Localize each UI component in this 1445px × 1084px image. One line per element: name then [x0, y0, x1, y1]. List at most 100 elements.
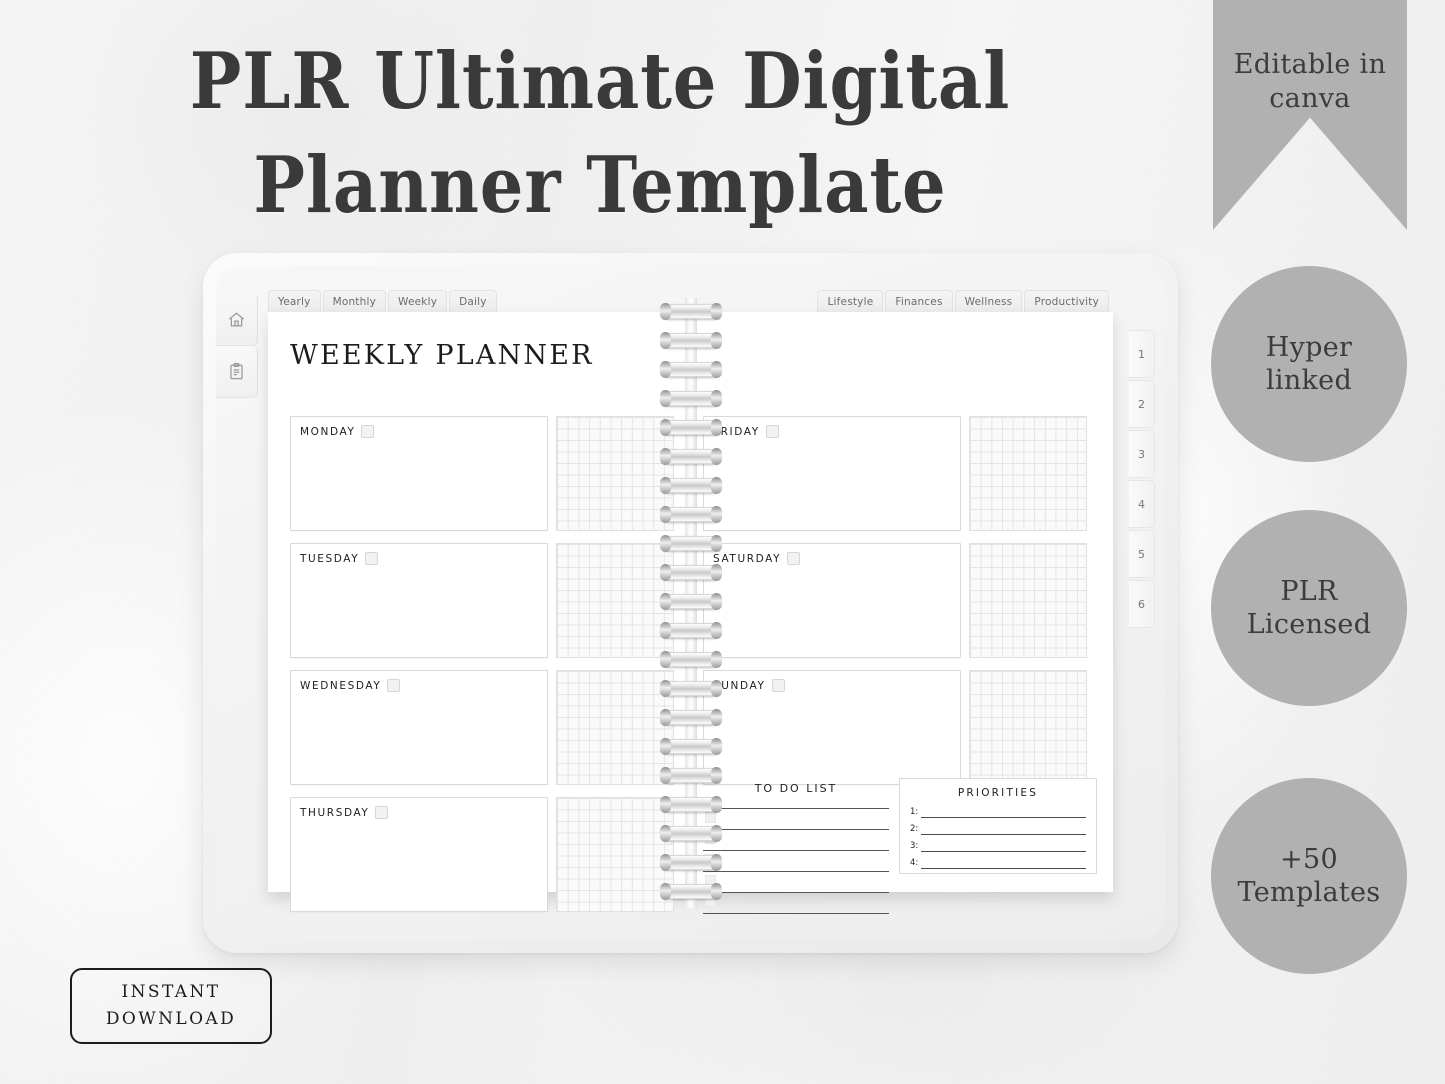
todo-rule: [703, 871, 889, 872]
day-name-monday: MONDAY: [300, 425, 356, 438]
todo-item[interactable]: [703, 808, 889, 829]
day-notes-thursday[interactable]: THURSDAY: [290, 797, 548, 912]
binder-ring: [659, 564, 722, 581]
priority-item[interactable]: 4:: [910, 859, 1086, 876]
page-tab-2[interactable]: 2: [1129, 380, 1155, 428]
day-checkbox-tuesday[interactable]: [365, 552, 379, 565]
headline-line-1: PLR Ultimate Digital: [189, 36, 1011, 127]
day-grid-monday[interactable]: [556, 416, 674, 531]
tablet-screen: Yearly Monthly Weekly Daily Lifestyle Fi…: [216, 266, 1165, 940]
badge-circle-2-line-2: Licensed: [1246, 609, 1372, 640]
todo-list-heading: TO DO LIST: [754, 782, 838, 795]
day-label-friday: FRIDAY: [713, 425, 779, 438]
binder-ring: [659, 419, 722, 436]
planner-heading: WEEKLY PLANNER: [290, 340, 594, 371]
todo-item[interactable]: [703, 871, 889, 892]
binder-ring: [659, 738, 722, 755]
todo-item[interactable]: [703, 829, 889, 850]
priority-item[interactable]: 1:: [910, 808, 1086, 825]
page-tab-1[interactable]: 1: [1129, 330, 1155, 378]
headline-line-2: Planner Template: [253, 140, 947, 231]
instant-download-text: INSTANT DOWNLOAD: [106, 979, 236, 1033]
tablet-device: Yearly Monthly Weekly Daily Lifestyle Fi…: [203, 253, 1178, 953]
binder-ring: [659, 303, 722, 320]
priority-item[interactable]: 2:: [910, 825, 1086, 842]
planner-page-left: WEEKLY PLANNER MONDAY TUESDAY WEDNESDAY …: [268, 312, 690, 912]
tab-yearly[interactable]: Yearly: [268, 290, 321, 312]
tab-daily[interactable]: Daily: [449, 290, 497, 312]
page-tab-6[interactable]: 6: [1129, 580, 1155, 628]
planner-page-right: FRIDAY SATURDAY SUNDAY TO DO LIST PRIORI…: [691, 312, 1113, 914]
priority-rule: [921, 868, 1086, 869]
binder-ring: [659, 448, 722, 465]
priority-rule: [921, 817, 1086, 818]
priority-number: 4:: [910, 858, 919, 868]
day-grid-wednesday[interactable]: [556, 670, 674, 785]
tab-productivity[interactable]: Productivity: [1024, 290, 1109, 312]
day-name-saturday: SATURDAY: [713, 552, 782, 565]
priority-rule: [921, 851, 1086, 852]
day-grid-tuesday[interactable]: [556, 543, 674, 658]
binder-ring: [659, 680, 722, 697]
badge-circle-3-line-1: +50: [1280, 844, 1338, 875]
day-notes-tuesday[interactable]: TUESDAY: [290, 543, 548, 658]
day-notes-wednesday[interactable]: WEDNESDAY: [290, 670, 548, 785]
day-checkbox-sunday[interactable]: [771, 679, 785, 692]
binder-ring: [659, 477, 722, 494]
day-name-thursday: THURSDAY: [300, 806, 370, 819]
day-label-tuesday: TUESDAY: [300, 552, 379, 565]
day-checkbox-thursday[interactable]: [375, 806, 389, 819]
day-grid-sunday[interactable]: [969, 670, 1087, 785]
tab-weekly[interactable]: Weekly: [388, 290, 448, 312]
page-tab-5[interactable]: 5: [1129, 530, 1155, 578]
todo-item[interactable]: [703, 892, 889, 913]
tab-finances[interactable]: Finances: [885, 290, 953, 312]
binder-ring: [659, 709, 722, 726]
binder-ring: [659, 390, 722, 407]
badge-50-templates: +50 Templates: [1211, 778, 1407, 974]
day-grid-friday[interactable]: [969, 416, 1087, 531]
priority-number: 1:: [910, 807, 919, 817]
day-notes-monday[interactable]: MONDAY: [290, 416, 548, 531]
binder-ring: [659, 767, 722, 784]
binder-ring: [659, 361, 722, 378]
binder-ring: [659, 506, 722, 523]
todo-item[interactable]: [703, 850, 889, 871]
priority-rule: [921, 834, 1086, 835]
day-checkbox-friday[interactable]: [765, 425, 779, 438]
badge-circle-2-line-1: PLR: [1280, 576, 1338, 607]
day-grid-saturday[interactable]: [969, 543, 1087, 658]
day-label-saturday: SATURDAY: [713, 552, 801, 565]
day-name-wednesday: WEDNESDAY: [300, 679, 382, 692]
badge-circle-text: PLR Licensed: [1247, 575, 1372, 641]
page-tab-3[interactable]: 3: [1129, 430, 1155, 478]
tab-lifestyle[interactable]: Lifestyle: [817, 290, 884, 312]
page-tab-4[interactable]: 4: [1129, 480, 1155, 528]
binder-ring: [659, 651, 722, 668]
priority-item[interactable]: 3:: [910, 842, 1086, 859]
badge-circle-1-line-2: linked: [1265, 365, 1353, 396]
day-checkbox-wednesday[interactable]: [387, 679, 401, 692]
priority-number: 3:: [910, 841, 919, 851]
day-grid-thursday[interactable]: [556, 797, 674, 912]
badge-circle-text: +50 Templates: [1238, 843, 1381, 909]
day-checkbox-monday[interactable]: [361, 425, 375, 438]
tab-monthly[interactable]: Monthly: [322, 290, 387, 312]
todo-rule: [703, 829, 889, 830]
binder-ring: [659, 854, 722, 871]
day-notes-sunday[interactable]: SUNDAY: [703, 670, 961, 785]
tab-wellness[interactable]: Wellness: [954, 290, 1023, 312]
day-checkbox-saturday[interactable]: [787, 552, 801, 565]
binder-ring: [659, 622, 722, 639]
binder-rings: [659, 296, 722, 912]
day-notes-friday[interactable]: FRIDAY: [703, 416, 961, 531]
day-notes-saturday[interactable]: SATURDAY: [703, 543, 961, 658]
day-label-sunday: SUNDAY: [713, 679, 785, 692]
day-row-tuesday: TUESDAY: [290, 543, 674, 658]
instant-download-line-2: DOWNLOAD: [105, 1009, 237, 1029]
priorities-heading: PRIORITIES: [957, 787, 1039, 799]
day-label-thursday: THURSDAY: [300, 806, 389, 819]
binder-ring: [659, 332, 722, 349]
todo-rule: [703, 892, 889, 893]
instant-download-line-1: INSTANT: [121, 982, 221, 1002]
